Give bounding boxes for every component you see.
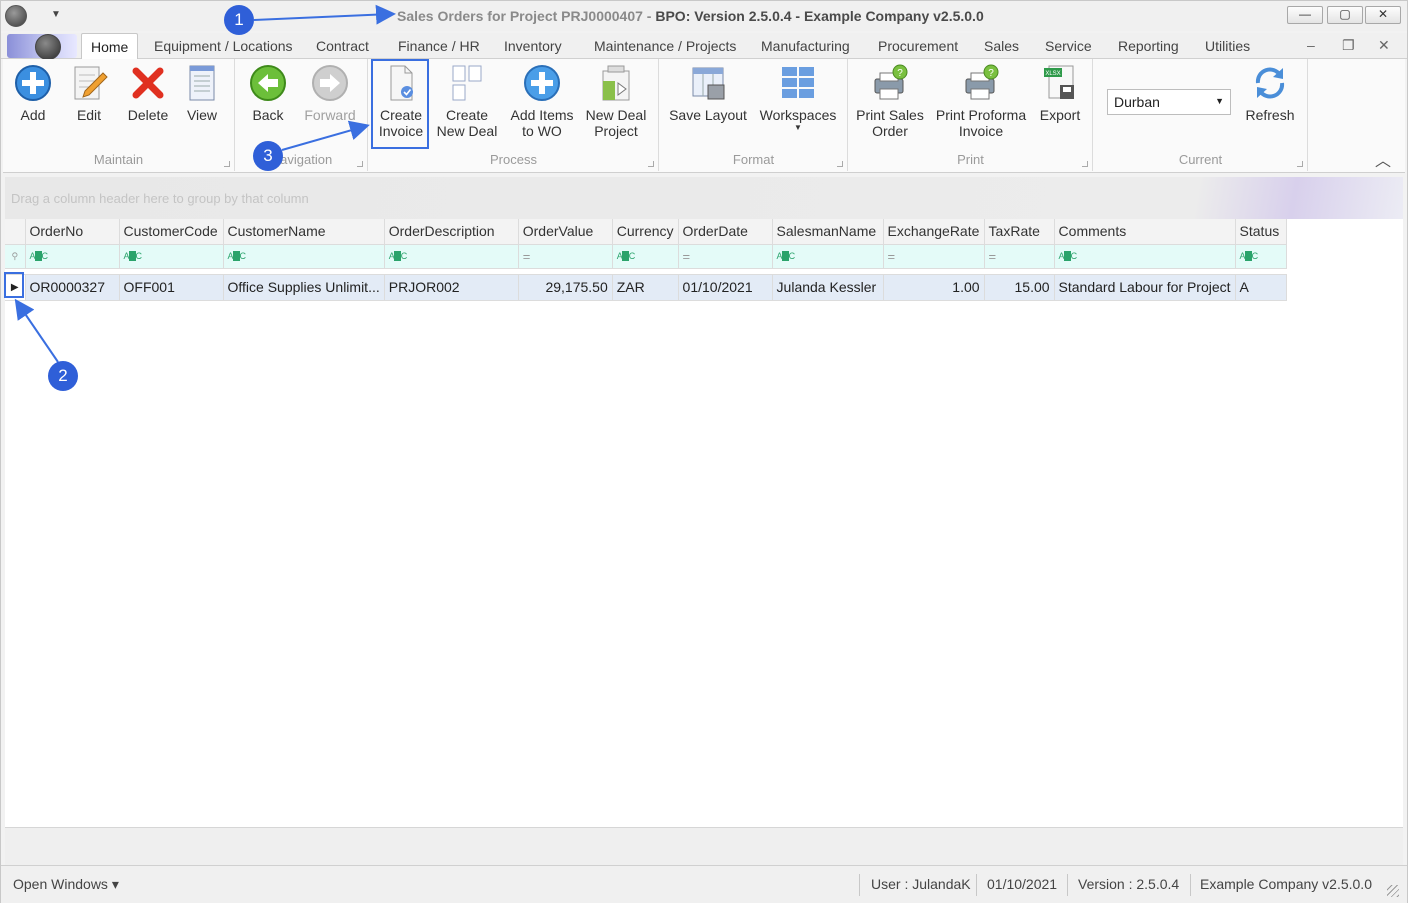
- annotation-callout-1: 1: [224, 5, 254, 35]
- annotation-callout-3: 3: [253, 141, 283, 171]
- annotation-callout-2: 2: [48, 361, 78, 391]
- annotation-arrows: [14, 4, 396, 363]
